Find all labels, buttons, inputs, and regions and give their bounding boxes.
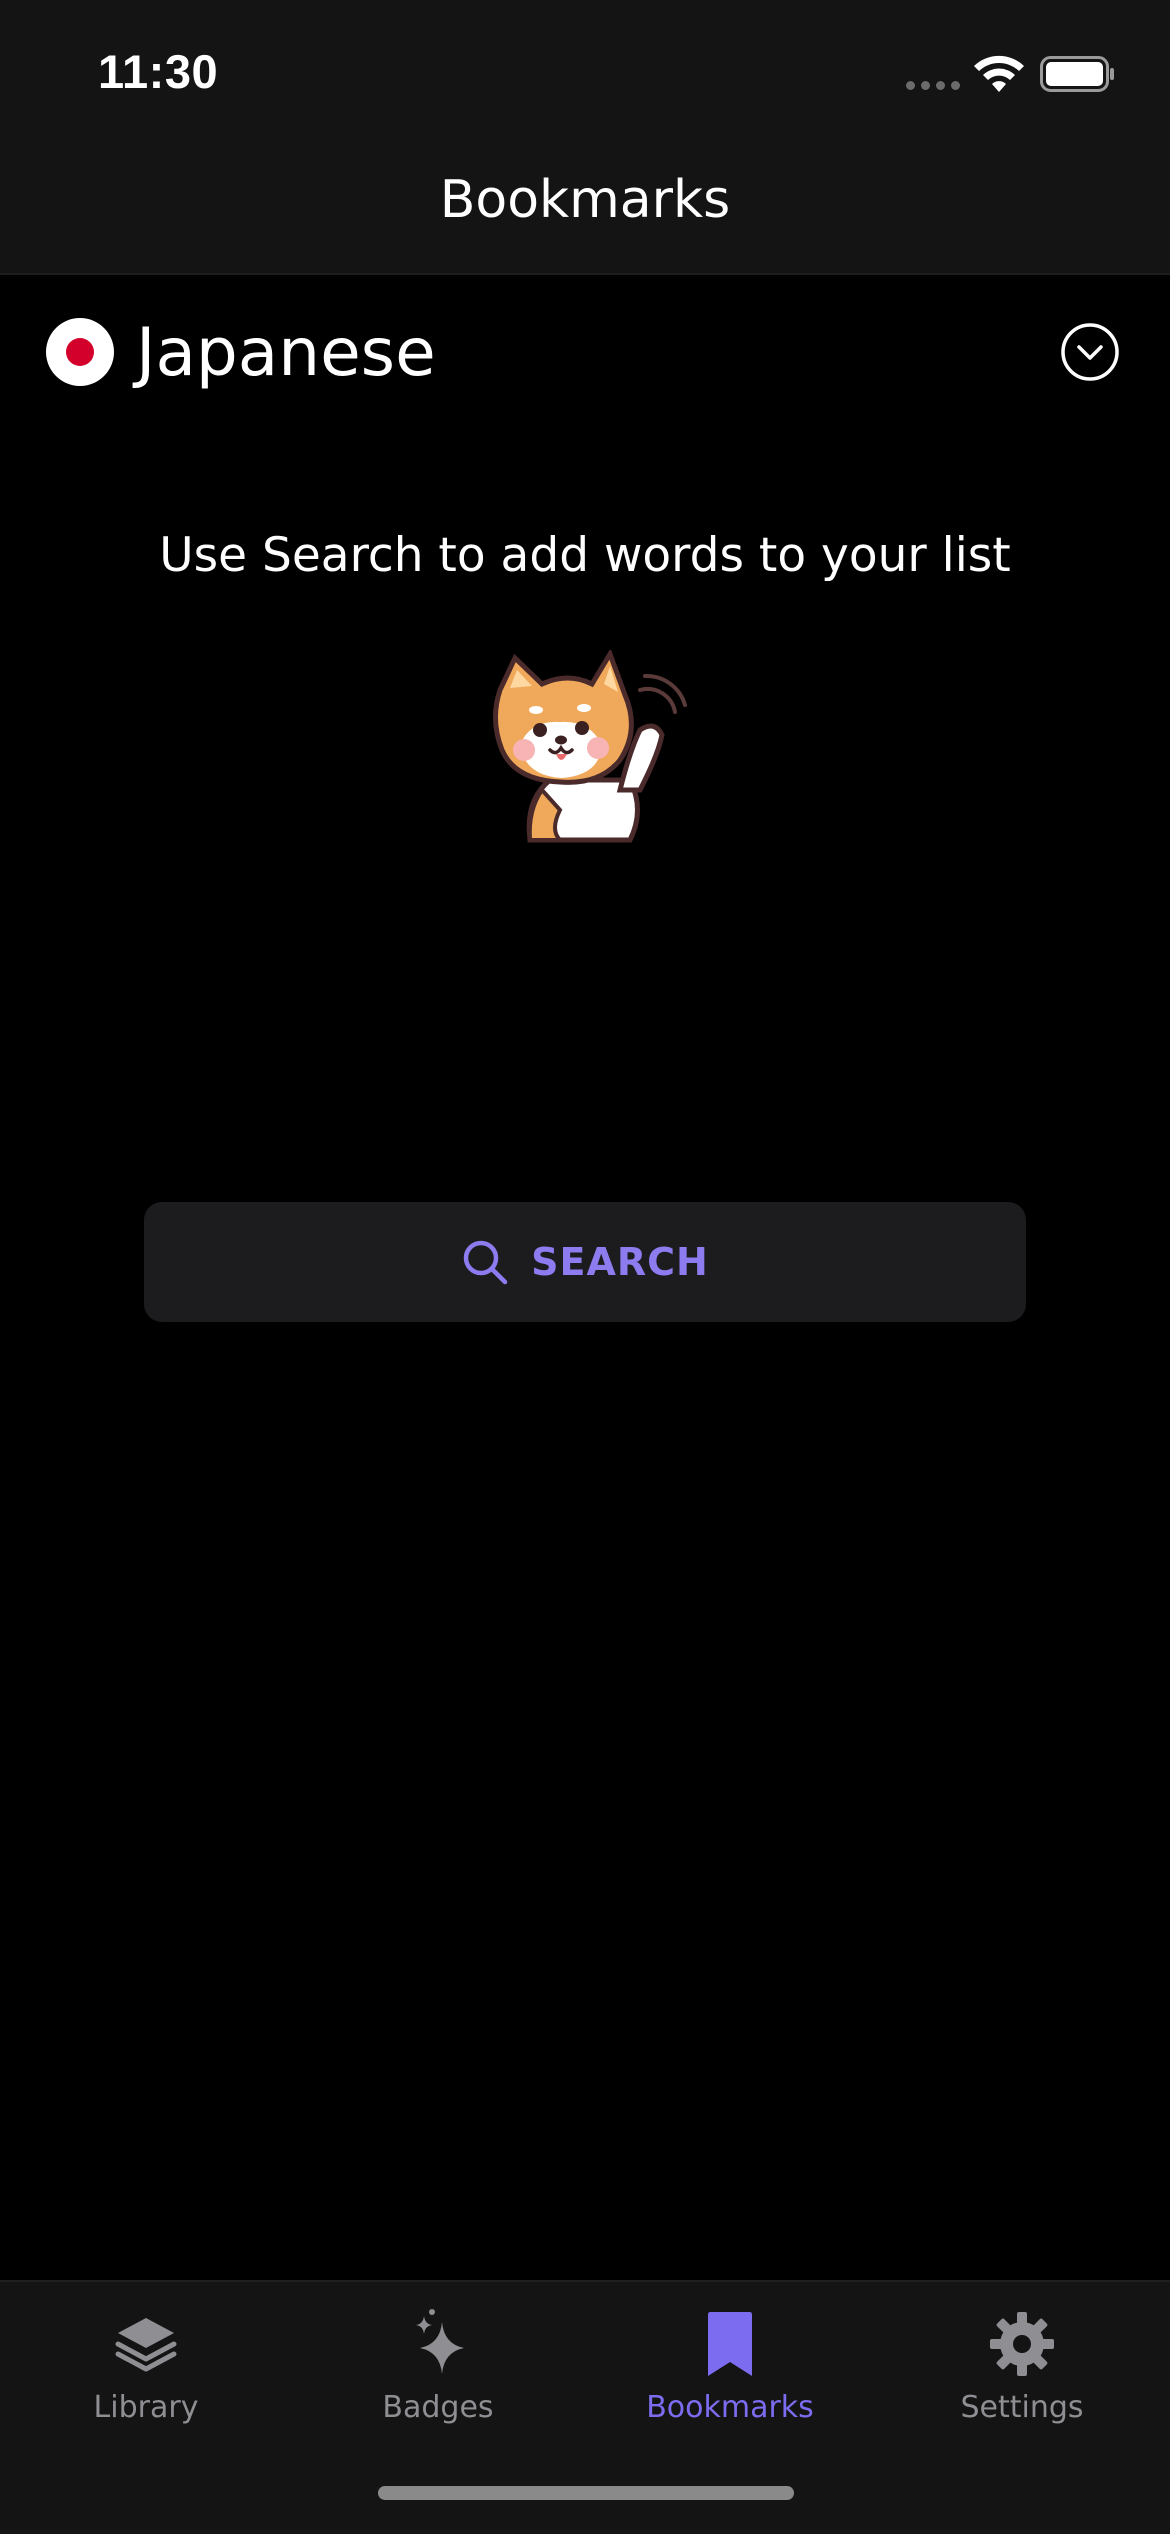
tab-library[interactable]: Library [0, 2282, 292, 2432]
japan-flag-icon [46, 318, 114, 386]
search-button-label: SEARCH [531, 1240, 709, 1284]
cellular-signal-icon [906, 81, 960, 90]
tab-badges[interactable]: Badges [292, 2282, 584, 2432]
chevron-down-circle-icon[interactable] [1060, 322, 1120, 382]
search-icon [463, 1240, 508, 1285]
layers-icon [115, 2318, 177, 2372]
gear-icon [990, 2312, 1054, 2376]
empty-state-message: Use Search to add words to your list [159, 528, 1011, 583]
wifi-icon [974, 55, 1024, 92]
bookmark-icon [708, 2312, 752, 2376]
tab-label-settings: Settings [960, 2390, 1084, 2425]
sparkles-icon [416, 2309, 464, 2374]
tab-label-library: Library [93, 2390, 199, 2425]
battery-icon [1040, 56, 1114, 92]
shiba-inu-mascot-illustration [493, 650, 687, 843]
page-title: Bookmarks [439, 170, 731, 230]
tab-settings[interactable]: Settings [876, 2282, 1168, 2432]
status-time: 11:30 [98, 45, 219, 98]
tab-label-bookmarks: Bookmarks [646, 2390, 814, 2425]
language-name: Japanese [136, 314, 436, 391]
tab-bookmarks[interactable]: Bookmarks [584, 2282, 876, 2432]
search-button[interactable]: SEARCH [144, 1202, 1026, 1322]
header-divider [0, 273, 1170, 275]
status-bar: 11:30 [0, 0, 1170, 140]
home-indicator[interactable] [378, 2486, 794, 2500]
tab-label-badges: Badges [382, 2390, 494, 2425]
language-selector[interactable]: Japanese [0, 292, 1170, 412]
